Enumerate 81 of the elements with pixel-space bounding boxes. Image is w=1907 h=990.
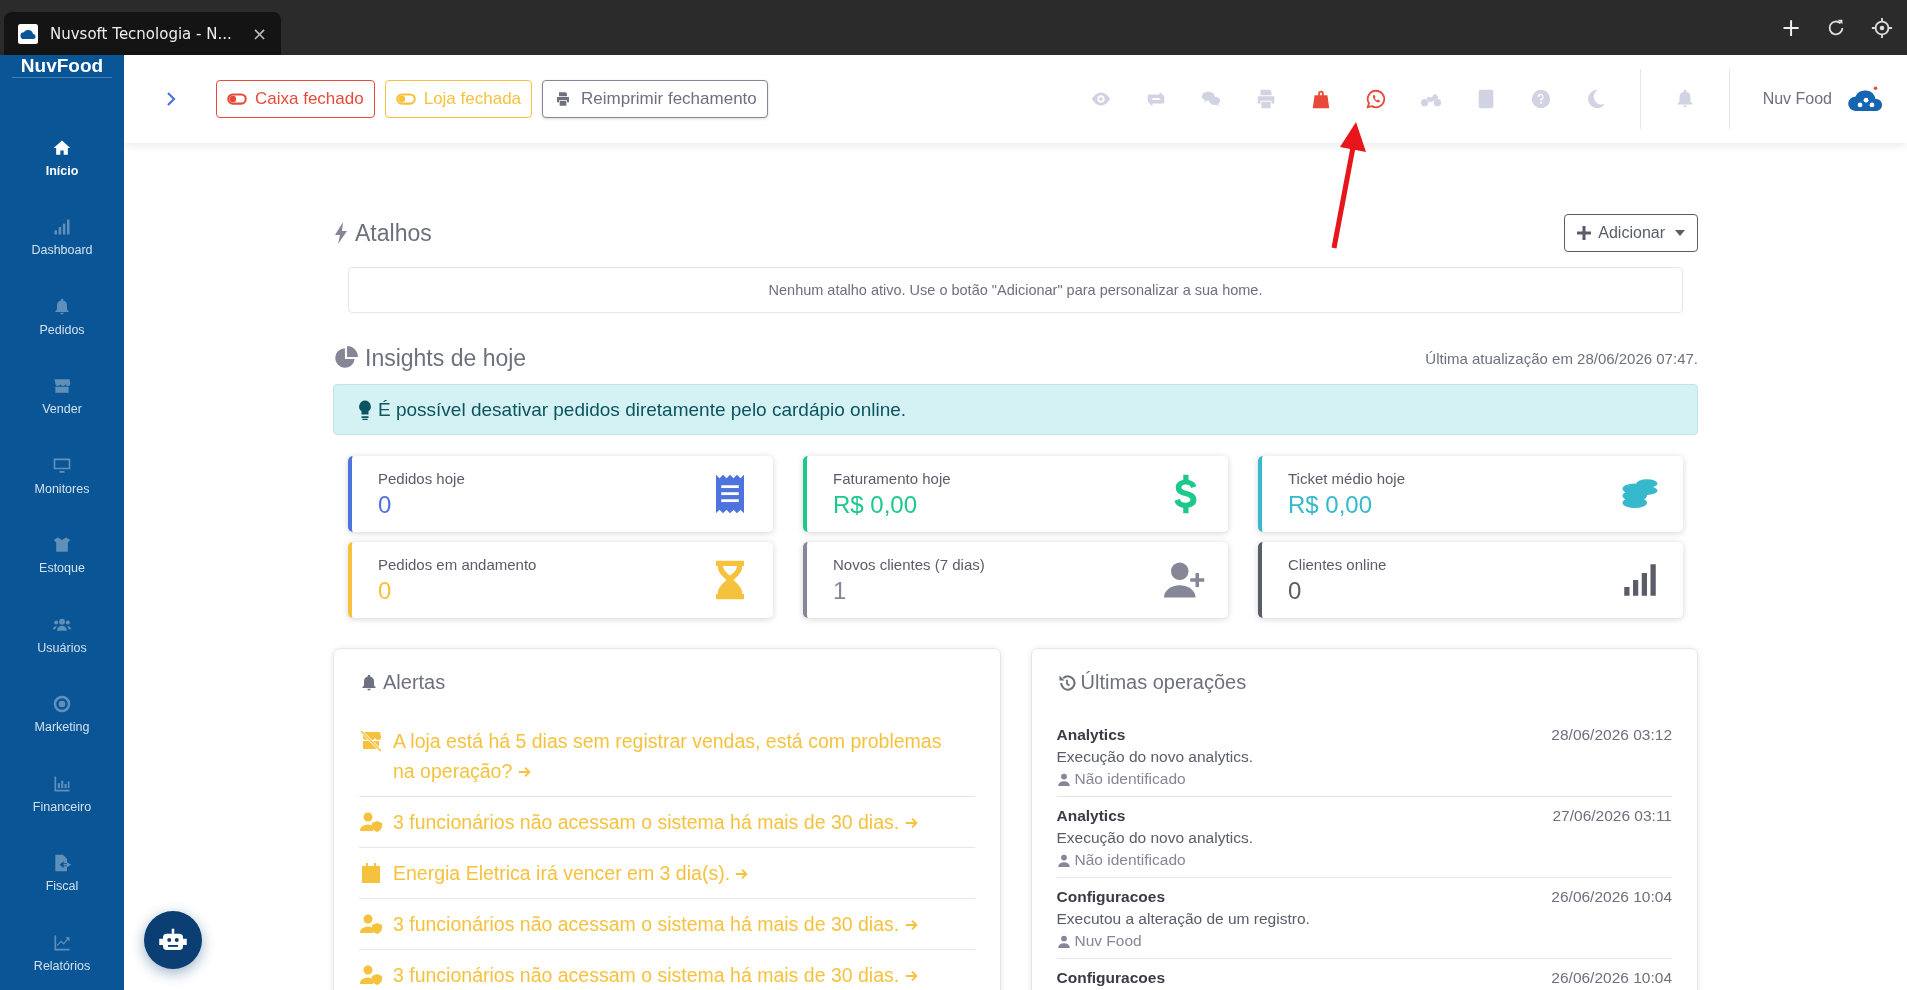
staff-icon	[359, 963, 383, 987]
status-button[interactable]: Caixa fechado	[216, 80, 375, 118]
target-icon	[52, 694, 72, 715]
bell-icon	[359, 672, 379, 693]
section-title: Atalhos	[355, 219, 432, 247]
stat-label: Novos clientes (7 dias)	[833, 555, 985, 573]
file-icon	[52, 853, 72, 874]
section-title: Insights de hoje	[365, 344, 527, 372]
operation-date: 28/06/2026 03:12	[1551, 726, 1672, 744]
operation-user: Nuv Food	[1074, 932, 1142, 950]
operation-description: Execução do novo analytics.	[1056, 748, 1254, 766]
logo-text: NuvFood	[20, 55, 104, 77]
user-icon	[1056, 852, 1071, 868]
user-icon	[1056, 933, 1071, 949]
plus-icon	[1577, 226, 1592, 240]
sidebar-item[interactable]: Fiscal	[0, 833, 124, 913]
bell-icon	[52, 296, 72, 317]
user-icon	[1056, 771, 1071, 787]
user-name[interactable]: Nuv Food	[1762, 90, 1832, 108]
arrow-right-icon	[904, 918, 919, 932]
arrow-right-icon	[735, 867, 750, 881]
sidebar-item[interactable]: Monitores	[0, 436, 124, 516]
browser-tab[interactable]: Nuvsoft Tecnologia - N... ×	[4, 12, 281, 55]
operation-title: Configuracoes	[1056, 969, 1165, 987]
stat-label: Clientes online	[1288, 555, 1387, 573]
phone-icon[interactable]	[1364, 88, 1387, 110]
sidebar-item[interactable]: Pedidos	[0, 277, 124, 357]
operation-title: Configuracoes	[1056, 888, 1165, 906]
last-update-text: Última atualização em 28/06/2026 07:47.	[1425, 349, 1698, 367]
operation-date: 26/06/2026 10:04	[1551, 888, 1672, 906]
arrow-right-icon	[517, 765, 532, 779]
stat-label: Pedidos em andamento	[378, 555, 537, 573]
stat-value: 0	[1288, 576, 1303, 605]
lightbulb-icon	[358, 398, 372, 421]
operation-title: Analytics	[1056, 807, 1126, 825]
stat-label: Ticket médio hoje	[1288, 469, 1405, 487]
stat-value: 0	[378, 490, 393, 519]
add-button[interactable]: Adicionar	[1564, 214, 1698, 252]
store-icon	[359, 729, 383, 753]
sidebar-item[interactable]: Usuários	[0, 595, 124, 675]
toggle-icon	[395, 91, 416, 107]
operation-user: Não identificado	[1074, 851, 1186, 869]
operation-date: 27/06/2026 03:11	[1552, 807, 1672, 825]
cloud-icon	[18, 23, 38, 44]
signal-icon	[52, 217, 72, 238]
lightning-icon	[333, 221, 349, 245]
stat-value: R$ 0,00	[833, 490, 919, 519]
operation-title: Analytics	[1056, 726, 1126, 744]
stat-label: Pedidos hoje	[378, 469, 465, 487]
sidebar-item[interactable]: Início	[0, 118, 124, 198]
panel-title: Alertas	[383, 671, 446, 694]
cloud-logo-icon[interactable]	[1847, 84, 1885, 114]
caret-icon	[1675, 230, 1685, 236]
stat-value: 0	[378, 576, 393, 605]
staff-icon	[359, 912, 383, 936]
sidebar-item[interactable]: Dashboard	[0, 197, 124, 277]
stat-label: Faturamento hoje	[833, 469, 951, 487]
sidebar-item[interactable]: Vender	[0, 356, 124, 436]
pie-chart-icon	[333, 345, 359, 371]
help-icon[interactable]	[1529, 88, 1552, 110]
tip-text: É possível desativar pedidos diretamente pelo cardápio online.	[378, 398, 907, 421]
new-tab-button[interactable]: +	[1780, 13, 1801, 42]
arrow-right-icon	[904, 816, 919, 830]
sidebar-item[interactable]: Marketing	[0, 674, 124, 754]
sidebar-item[interactable]: Estoque	[0, 515, 124, 595]
stat-value: R$ 0,00	[1288, 490, 1374, 519]
tab-close-button[interactable]: ×	[251, 23, 267, 44]
operation-date: 26/06/2026 10:04	[1551, 969, 1672, 987]
staff-icon	[359, 810, 383, 834]
status-button[interactable]: Reimprimir fechamento	[542, 80, 768, 118]
operation-user: Não identificado	[1074, 770, 1186, 788]
sidebar-item[interactable]: Relatórios	[0, 913, 124, 990]
arrow-right-icon	[904, 969, 919, 983]
operation-description: Execução do novo analytics.	[1056, 829, 1254, 847]
tab-title: Nuvsoft Tecnologia - N...	[50, 24, 233, 43]
sidebar-item[interactable]: Financeiro	[0, 754, 124, 834]
panel-title: Últimas operações	[1080, 671, 1247, 694]
stat-value: 1	[833, 576, 848, 605]
empty-shortcuts-message: Nenhum atalho ativo. Use o botão "Adicionar" para personalizar a sua home.	[348, 267, 1683, 313]
operation-description: Executou a alteração de um registro.	[1056, 910, 1311, 928]
toggle-icon	[227, 91, 247, 107]
